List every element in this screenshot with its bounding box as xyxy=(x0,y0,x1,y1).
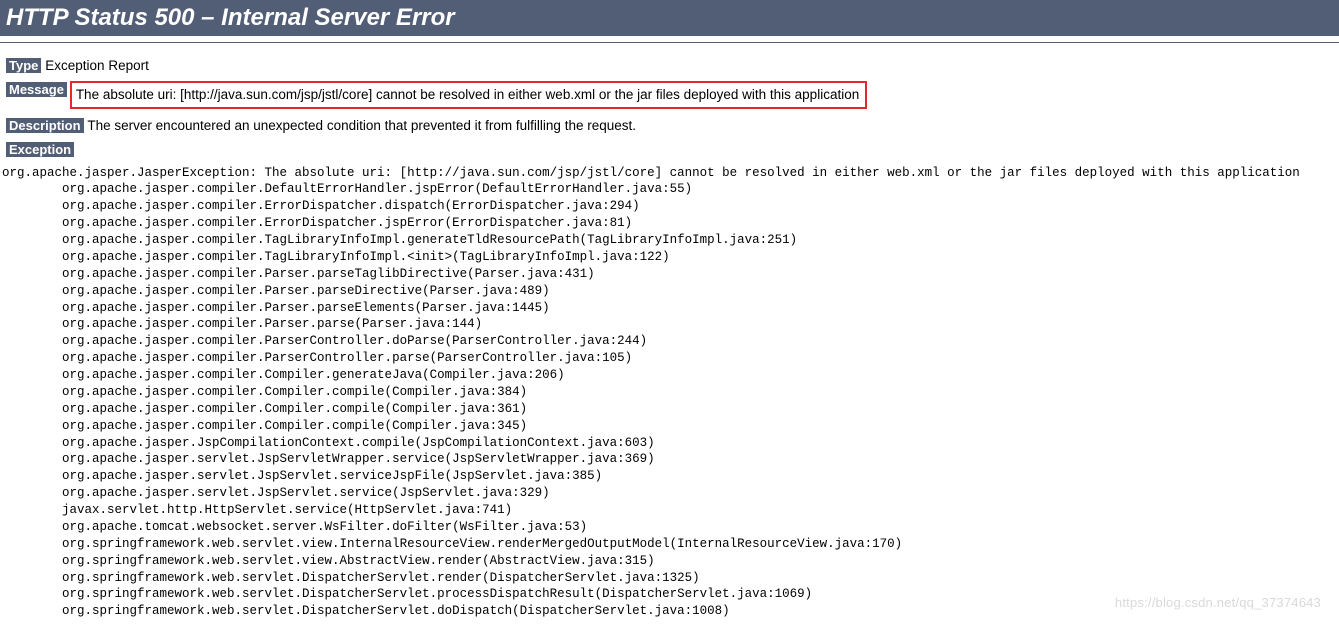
description-label: Description xyxy=(6,118,84,133)
message-highlight-box: The absolute uri: [http://java.sun.com/j… xyxy=(70,81,867,109)
divider xyxy=(0,42,1339,43)
message-section: Message The absolute uri: [http://java.s… xyxy=(6,81,1333,109)
exception-stacktrace: org.apache.jasper.JasperException: The a… xyxy=(2,165,1339,621)
exception-section: Exception xyxy=(6,141,1333,157)
description-section: Description The server encountered an un… xyxy=(6,117,1333,133)
message-value: The absolute uri: [http://java.sun.com/j… xyxy=(76,87,859,102)
message-label: Message xyxy=(6,82,67,97)
description-value: The server encountered an unexpected con… xyxy=(87,118,636,133)
type-section: Type Exception Report xyxy=(6,57,1333,73)
type-label: Type xyxy=(6,58,41,73)
exception-label: Exception xyxy=(6,142,74,157)
type-value: Exception Report xyxy=(45,58,149,73)
page-title: HTTP Status 500 – Internal Server Error xyxy=(0,0,1339,36)
